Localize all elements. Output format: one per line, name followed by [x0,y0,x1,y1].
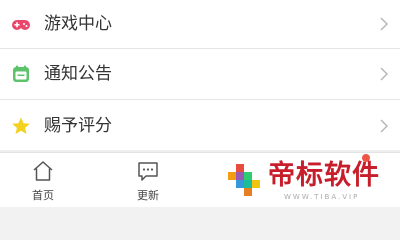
tab-label: 首页 [32,189,54,202]
tab-label: 更新 [137,189,159,202]
calendar-icon [13,65,29,82]
watermark-cubes-icon [228,164,260,196]
menu-item-game-center[interactable]: 游戏中心 [0,0,400,48]
gamepad-icon [12,20,30,30]
chevron-right-icon [380,67,388,81]
watermark-logo: 帝标软件 WWW.TIBA.VIP [226,156,396,206]
menu-item-label: 游戏中心 [44,14,112,34]
watermark-url: WWW.TIBA.VIP [284,193,360,201]
watermark-text: 帝标软件 [268,160,380,191]
tab-update[interactable]: 更新 [118,153,178,207]
message-icon [138,162,158,181]
menu-item-label: 赐予评分 [44,116,112,136]
menu-item-rate-app[interactable]: 赐予评分 [0,100,400,150]
star-icon [12,117,30,134]
chevron-right-icon [380,119,388,133]
menu-item-announcements[interactable]: 通知公告 [0,49,400,99]
tab-home[interactable]: 首页 [13,153,73,207]
menu-item-label: 通知公告 [44,64,112,84]
home-icon [33,161,53,181]
chevron-right-icon [380,17,388,31]
